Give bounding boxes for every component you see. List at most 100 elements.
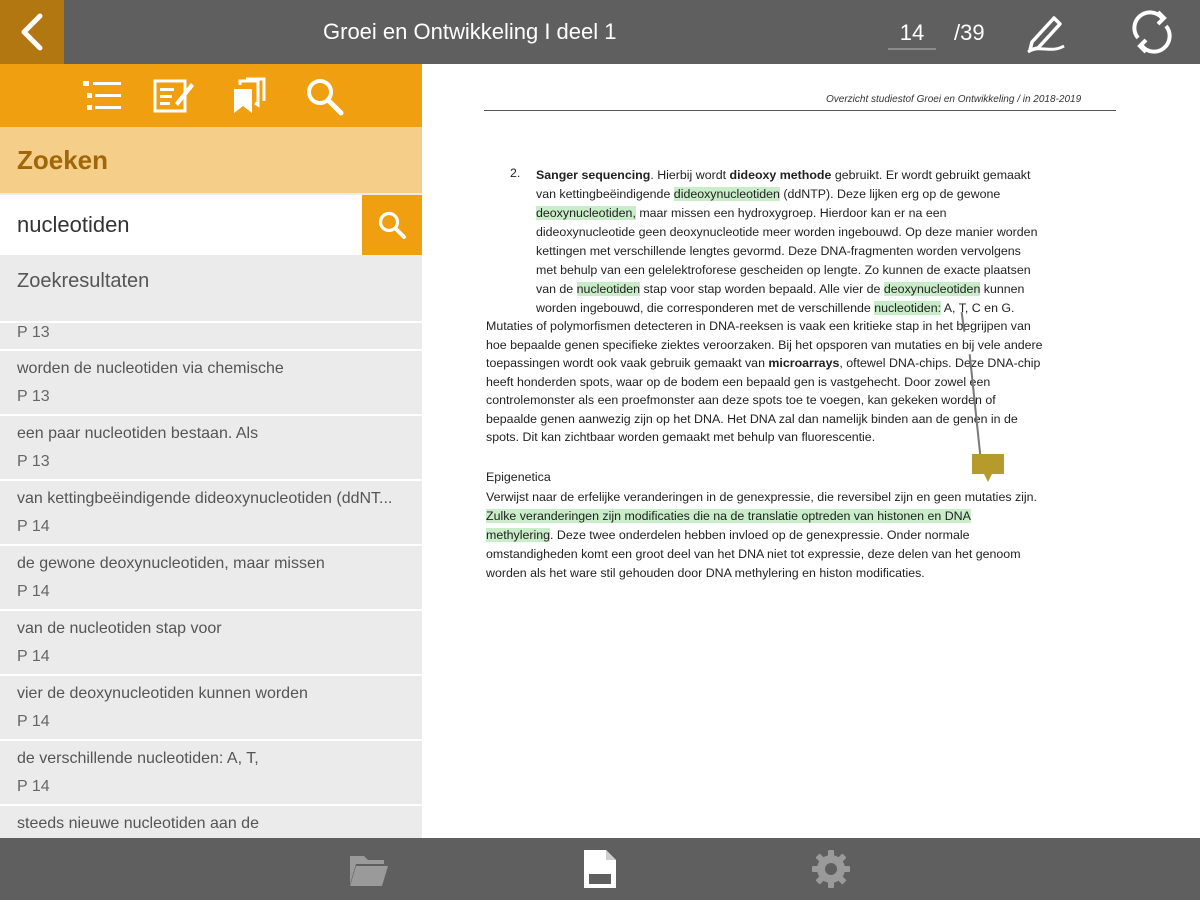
highlighted-text: nucleotiden	[576, 282, 641, 296]
header-rule	[484, 110, 1116, 111]
document-line: worden ingebouwd, die corresponderen met…	[536, 299, 1015, 318]
result-snippet: worden de nucleotiden via chemische	[17, 360, 284, 377]
document-line: Zulke veranderingen zijn modificaties di…	[486, 507, 971, 526]
bookmarks-tab[interactable]	[228, 74, 272, 118]
result-page: P 13	[17, 324, 50, 341]
list-item[interactable]: van de nucleotiden stap voor P 14	[0, 611, 422, 676]
result-snippet: van kettingbeëindigende dideoxynucleotid…	[17, 490, 393, 507]
text-segment: Verwijst naar de erfelijke veranderingen…	[486, 490, 1038, 504]
highlighted-text: deoxynucleotiden,	[536, 206, 636, 220]
note-edit-icon	[153, 79, 194, 113]
bookmarks-icon	[234, 77, 266, 113]
list-item[interactable]: de gewone deoxynucleotiden, maar missen …	[0, 546, 422, 611]
result-page: P 14	[17, 713, 50, 730]
comment-bubble-icon[interactable]	[970, 452, 1006, 486]
toc-tab[interactable]	[80, 74, 124, 118]
text-segment: . Deze twee onderdelen hebben invloed op…	[550, 528, 970, 542]
text-segment: maar missen een hydroxygroep. Hierdoor k…	[635, 206, 947, 220]
result-snippet: de verschillende nucleotiden: A, T,	[17, 750, 259, 767]
document-line: hoe bepaalde genen specifieke ziektes ve…	[486, 336, 1043, 355]
document-line: Epigenetica	[486, 468, 551, 487]
page-total: /39	[954, 20, 985, 45]
document-line: bepaalde genen aanwezig zijn op het DNA.…	[486, 410, 1018, 429]
text-segment: heeft honderden spots, waar op de bodem …	[486, 375, 991, 389]
document-line: omstandigheden komt een groot deel van h…	[486, 545, 1021, 564]
list-item[interactable]: een paar nucleotiden bestaan. Als P 13	[0, 416, 422, 481]
section-header: Zoeken	[0, 127, 422, 193]
text-segment: toepassingen wordt ook vaak gebruik gema…	[486, 356, 769, 370]
result-snippet: steeds nieuwe nucleotiden aan de	[17, 815, 259, 832]
search-icon	[378, 211, 406, 239]
list-item[interactable]: P 13	[0, 323, 422, 351]
result-snippet: vier de deoxynucleotiden kunnen worden	[17, 685, 308, 702]
gear-icon	[812, 850, 850, 888]
text-segment: controlemonster als een proefmonster aan…	[486, 393, 996, 407]
search-tab[interactable]	[302, 74, 346, 118]
search-icon	[307, 79, 344, 116]
text-segment: worden als het ware stil gehouden door D…	[486, 566, 925, 580]
text-segment: met behulp van een gelelektroforese gesc…	[536, 263, 1031, 277]
annotate-button[interactable]	[1020, 10, 1070, 54]
sync-icon	[1132, 10, 1172, 54]
document-line: kettingen met verschillende lengtes gevo…	[536, 242, 1021, 261]
list-item[interactable]: steeds nieuwe nucleotiden aan de	[0, 806, 422, 838]
result-page: P 14	[17, 648, 50, 665]
sidebar-toolbar	[0, 64, 422, 127]
section-title: Zoeken	[17, 145, 109, 175]
document-line: van de nucleotiden stap voor stap worden…	[536, 280, 1024, 299]
library-button[interactable]	[346, 846, 392, 892]
page-number-input[interactable]: 14	[888, 16, 936, 50]
notes-tab[interactable]	[152, 74, 196, 118]
text-segment: dideoxy methode	[729, 168, 832, 182]
document-page[interactable]: Overzicht studiestof Groei en Ontwikkeli…	[422, 64, 1200, 838]
document-line: spots. Dit kan zichtbaar worden gemaakt …	[486, 428, 875, 447]
text-segment: worden ingebouwd, die corresponderen met…	[536, 301, 875, 315]
document-button[interactable]	[577, 846, 623, 892]
document-line: met behulp van een gelelektroforese gesc…	[536, 261, 1031, 280]
back-button[interactable]	[0, 0, 64, 64]
text-segment: Sanger sequencing	[536, 168, 651, 182]
list-item[interactable]: worden de nucleotiden via chemische P 13	[0, 351, 422, 416]
search-row	[0, 195, 422, 255]
folder-icon	[350, 856, 388, 886]
document-title: Groei en Ontwikkeling I deel 1	[323, 19, 617, 44]
list-item[interactable]: de verschillende nucleotiden: A, T, P 14	[0, 741, 422, 806]
text-segment: microarrays	[768, 356, 840, 370]
text-segment: gebruikt. Er wordt gebruikt gemaakt	[831, 168, 1031, 182]
result-page: P 14	[17, 518, 50, 535]
result-snippet: een paar nucleotiden bestaan. Als	[17, 425, 259, 442]
document-line: deoxynucleotiden, maar missen een hydrox…	[536, 204, 947, 223]
search-input[interactable]	[0, 195, 362, 255]
list-item[interactable]: van kettingbeëindigende dideoxynucleotid…	[0, 481, 422, 546]
highlighted-text: nucleotiden:	[874, 301, 942, 315]
document-line: methylering. Deze twee onderdelen hebben…	[486, 526, 970, 545]
document-icon	[584, 850, 616, 888]
highlighted-text: deoxynucleotiden	[883, 282, 981, 296]
list-item[interactable]: vier de deoxynucleotiden kunnen worden P…	[0, 676, 422, 741]
text-segment: stap voor stap worden bepaald. Alle vier…	[640, 282, 884, 296]
pen-icon	[1027, 16, 1065, 54]
text-segment: omstandigheden komt een groot deel van h…	[486, 547, 1021, 561]
result-page: P 14	[17, 778, 50, 795]
text-segment: Epigenetica	[486, 470, 551, 484]
sidebar: Zoeken Zoekresultaten P 13 worden de nuc…	[0, 64, 422, 838]
text-segment: (ddNTP). Deze lijken erg op de gewone	[779, 187, 1001, 201]
document-line: worden als het ware stil gehouden door D…	[486, 564, 925, 583]
running-header: Overzicht studiestof Groei en Ontwikkeli…	[826, 94, 1082, 105]
document-line: dideoxynucleotide geen deoxynucleotide m…	[536, 223, 1037, 242]
result-snippet: van de nucleotiden stap voor	[17, 620, 222, 637]
results-title: Zoekresultaten	[17, 270, 150, 292]
document-line: controlemonster als een proefmonster aan…	[486, 391, 996, 410]
result-page: P 13	[17, 388, 50, 405]
sync-button[interactable]	[1128, 8, 1176, 56]
search-button[interactable]	[362, 195, 422, 255]
text-segment: dideoxynucleotide geen deoxynucleotide m…	[536, 225, 1038, 239]
text-segment: , oftewel DNA-chips. Deze DNA-chip	[839, 356, 1041, 370]
document-line: van kettingbeëindigende dideoxynucleotid…	[536, 185, 1000, 204]
bottom-bar	[0, 838, 1200, 900]
settings-button[interactable]	[808, 846, 854, 892]
text-segment: hoe bepaalde genen specifieke ziektes ve…	[486, 338, 1043, 352]
document-line: Sanger sequencing. Hierbij wordt dideoxy…	[536, 166, 1030, 185]
text-segment: kettingen met verschillende lengtes gevo…	[536, 244, 1021, 258]
result-page: P 13	[17, 453, 50, 470]
